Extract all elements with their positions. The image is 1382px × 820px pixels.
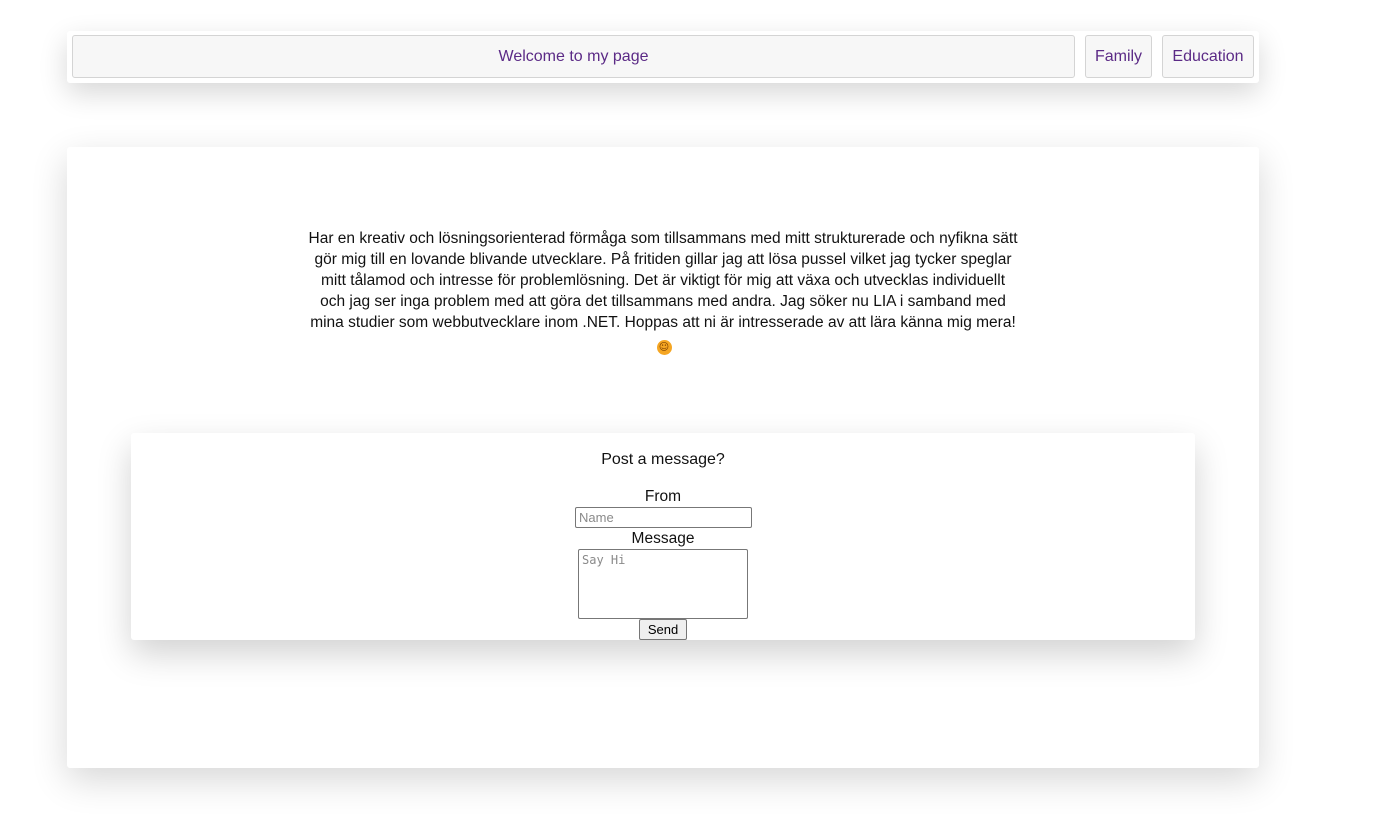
bio-paragraph: Har en kreativ och lösningsorienterad fö… bbox=[307, 228, 1019, 355]
nav-education-button[interactable]: Education bbox=[1162, 35, 1254, 78]
name-input[interactable] bbox=[575, 507, 752, 528]
top-nav-bar: Welcome to my page Family Education bbox=[67, 31, 1259, 83]
nav-family-button[interactable]: Family bbox=[1085, 35, 1152, 78]
bio-text: Har en kreativ och lösningsorienterad fö… bbox=[308, 230, 1018, 331]
message-textarea[interactable] bbox=[578, 549, 748, 619]
smiling-face-icon: ☺ bbox=[656, 340, 672, 355]
message-form-card: Post a message? From Message Send bbox=[131, 433, 1195, 640]
send-button[interactable]: Send bbox=[639, 619, 687, 640]
message-form-title: Post a message? bbox=[601, 451, 725, 468]
main-content-card: Har en kreativ och lösningsorienterad fö… bbox=[67, 147, 1259, 768]
message-label: Message bbox=[631, 530, 695, 547]
nav-welcome-button[interactable]: Welcome to my page bbox=[72, 35, 1075, 78]
from-label: From bbox=[644, 488, 682, 505]
